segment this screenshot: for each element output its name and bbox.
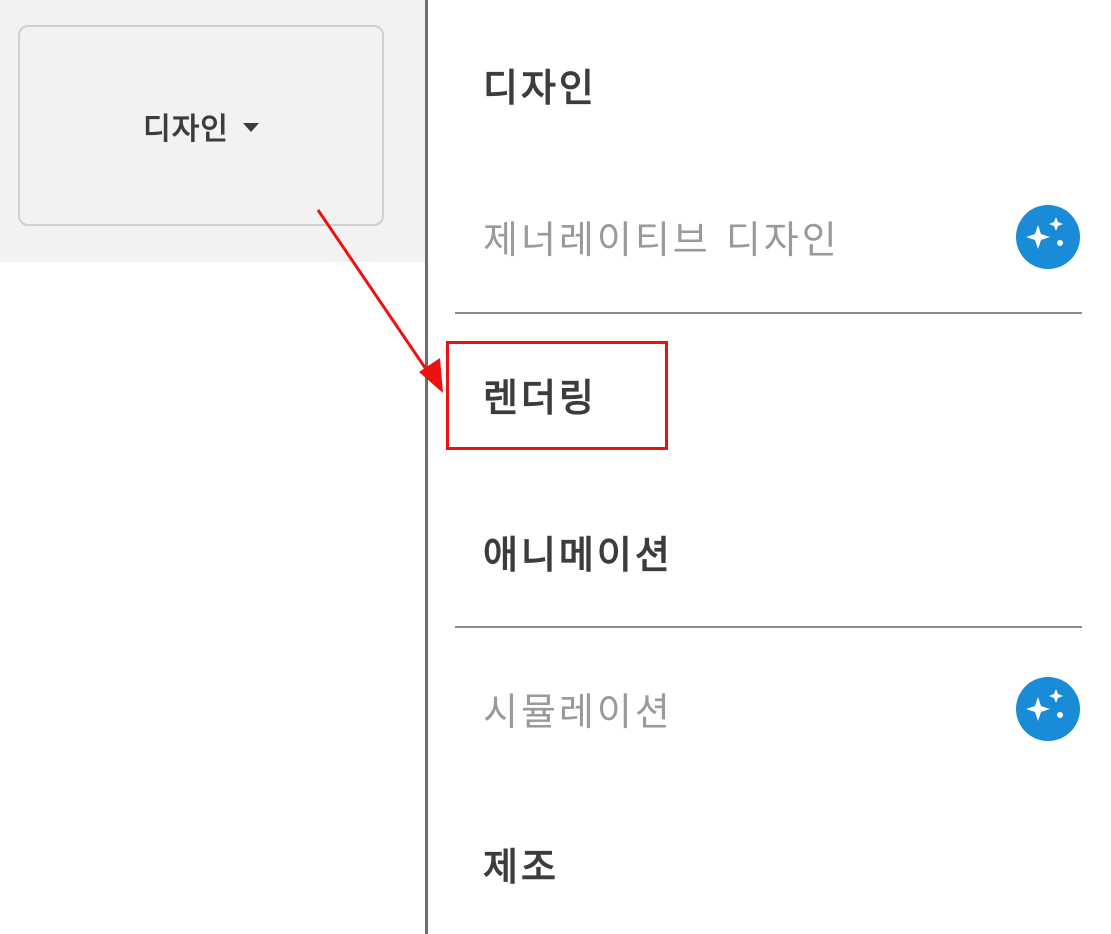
highlight-box xyxy=(446,341,668,450)
ai-sparkle-icon xyxy=(1016,677,1080,741)
caret-down-icon xyxy=(242,123,259,132)
menu-divider xyxy=(455,626,1082,628)
menu-item-generative-design[interactable]: 제너레이티브 디자인 xyxy=(483,209,840,264)
menu-item-manufacturing[interactable]: 제조 xyxy=(483,836,559,891)
workspace-dropdown-button[interactable]: 디자인 xyxy=(18,25,384,226)
ai-sparkle-icon xyxy=(1016,205,1080,269)
menu-item-animation[interactable]: 애니메이션 xyxy=(483,524,673,579)
menu-item-simulation[interactable]: 시뮬레이션 xyxy=(483,681,673,736)
menu-divider xyxy=(455,312,1082,314)
menu-item-design[interactable]: 디자인 xyxy=(483,57,597,112)
screen: 디자인 디자인 제너레이티브 디자인 렌더링 애니메이션 시뮬레이션 제조 xyxy=(0,0,1111,934)
dropdown-label: 디자인 xyxy=(143,111,229,147)
workspace-menu: 디자인 제너레이티브 디자인 렌더링 애니메이션 시뮬레이션 제조 xyxy=(425,0,1111,934)
